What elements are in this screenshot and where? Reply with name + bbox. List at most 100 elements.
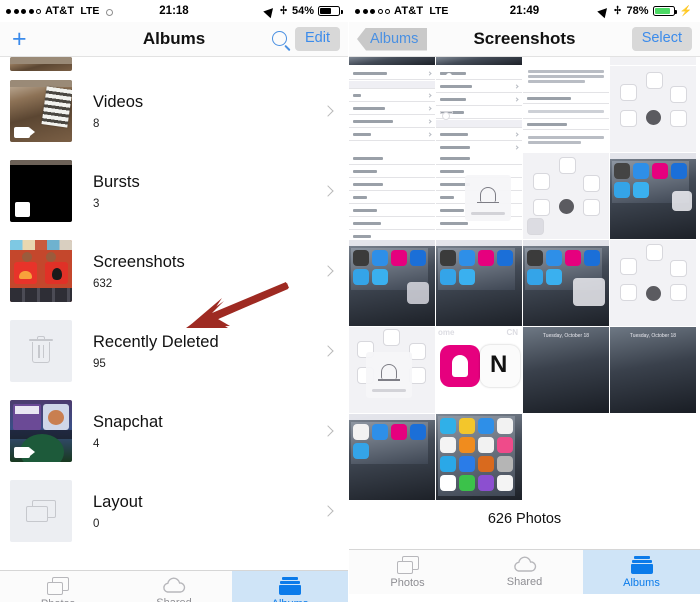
signal-dot <box>13 8 19 14</box>
photo-thumbnail[interactable] <box>610 57 696 65</box>
album-name: Videos <box>93 93 144 112</box>
battery-percent-label: 78% <box>626 5 649 17</box>
tab-label: Shared <box>506 576 543 588</box>
select-button[interactable]: Select <box>631 27 692 51</box>
tab-shared[interactable]: Shared <box>116 571 232 602</box>
thumb-detail <box>10 160 72 165</box>
photos-icon-front <box>47 581 63 595</box>
photo-thumbnail[interactable]: Tuesday, October 18 <box>610 327 696 413</box>
album-thumbnail <box>10 400 72 462</box>
edit-button[interactable]: Edit <box>295 27 340 51</box>
trash-can <box>32 342 50 363</box>
album-thumbnail <box>10 480 72 542</box>
photo-thumbnail[interactable] <box>349 327 435 413</box>
photo-thumbnail[interactable] <box>523 57 609 65</box>
signal-dot-empty <box>385 8 390 14</box>
tab-albums[interactable]: Albums <box>583 550 700 594</box>
chevron-right-icon <box>322 425 334 437</box>
album-name: Snapchat <box>93 413 163 432</box>
tab-photos[interactable]: Photos <box>349 550 466 594</box>
photo-thumbnail[interactable] <box>349 414 435 500</box>
nav-bar-right: Albums Screenshots Select <box>349 22 700 57</box>
albums-icon-mid <box>280 580 300 584</box>
bluetooth-icon: ✢ <box>279 4 287 17</box>
photo-thumbnail[interactable] <box>436 414 522 500</box>
back-button[interactable]: Albums <box>357 27 428 51</box>
dual-phone-screenshot: AT&T LTE 21:18 ✢ 54% + Albums Edit Video… <box>0 0 700 602</box>
video-badge-icon <box>14 127 35 138</box>
photo-grid[interactable]: ome CN Tuesday, October 18 Tuesday, Octo… <box>349 57 700 500</box>
album-thumbnail <box>10 57 72 71</box>
albums-icon <box>279 576 301 595</box>
bluetooth-icon: ✢ <box>614 4 622 17</box>
list-item-partial[interactable] <box>0 57 348 71</box>
album-name: Bursts <box>93 173 140 192</box>
photo-thumbnail[interactable] <box>349 57 435 65</box>
photo-thumbnail[interactable] <box>349 66 435 152</box>
lock-date-label: Tuesday, October 18 <box>542 333 590 339</box>
thumb-detail <box>10 80 72 87</box>
signal-dot <box>6 8 11 14</box>
signal-dot-empty <box>377 8 383 14</box>
photo-count-label: 626 Photos <box>487 511 562 527</box>
tab-bar-left[interactable]: Photos Shared Albums <box>0 570 348 602</box>
album-text-group: Screenshots 632 <box>93 252 324 290</box>
search-icon[interactable] <box>272 31 287 47</box>
photo-thumbnail[interactable] <box>610 240 696 326</box>
list-item-snapchat[interactable]: Snapchat 4 <box>0 391 348 471</box>
thumb-detail <box>43 404 69 430</box>
photo-thumbnail[interactable] <box>349 153 435 239</box>
chevron-right-icon <box>322 505 334 517</box>
tab-shared[interactable]: Shared <box>466 550 583 594</box>
photo-thumbnail[interactable] <box>436 57 522 65</box>
layers-icon <box>26 500 56 522</box>
album-thumbnail <box>10 320 72 382</box>
battery-percent-label: 54% <box>291 5 314 17</box>
thumb-detail <box>10 240 72 250</box>
photos-icon <box>47 576 69 595</box>
carrier-label: AT&T <box>394 5 424 17</box>
status-right-group: ✢ 54% <box>263 4 343 18</box>
photo-thumbnail[interactable] <box>436 153 522 239</box>
album-count: 95 <box>93 357 106 370</box>
signal-strength-dots <box>355 8 390 14</box>
tab-albums[interactable]: Albums <box>232 571 348 602</box>
photo-thumbnail[interactable] <box>610 66 696 152</box>
photo-thumbnail[interactable] <box>610 153 696 239</box>
list-item-recently-deleted[interactable]: Recently Deleted 95 <box>0 311 348 391</box>
album-text-group: Videos 8 <box>93 92 324 130</box>
photo-grid-container[interactable]: ome CN Tuesday, October 18 Tuesday, Octo… <box>349 57 700 549</box>
tab-label: Albums <box>623 576 660 589</box>
album-text-group: Recently Deleted 95 <box>93 332 324 370</box>
tab-photos[interactable]: Photos <box>0 571 116 602</box>
photo-thumbnail[interactable] <box>523 240 609 326</box>
album-list[interactable]: Videos 8 Bursts 3 Screenshots 632 Recent… <box>0 57 348 570</box>
signal-dot <box>370 8 375 14</box>
tab-bar-right[interactable]: Photos Shared Albums <box>349 549 700 594</box>
album-count: 3 <box>93 197 100 210</box>
list-item-bursts[interactable]: Bursts 3 <box>0 151 348 231</box>
album-count: 8 <box>93 117 100 130</box>
status-left-group: AT&T LTE <box>6 5 114 17</box>
photo-thumbnail[interactable] <box>349 240 435 326</box>
list-item-layout[interactable]: Layout 0 <box>0 471 348 551</box>
photo-thumbnail[interactable] <box>436 240 522 326</box>
add-album-button[interactable]: + <box>8 26 31 52</box>
photo-thumbnail[interactable]: ome CN <box>436 327 522 413</box>
list-item-screenshots[interactable]: Screenshots 632 <box>0 231 348 311</box>
nav-right-group: Select <box>631 27 692 51</box>
photo-thumbnail[interactable]: Tuesday, October 18 <box>523 327 609 413</box>
list-item-videos[interactable]: Videos 8 <box>0 71 348 151</box>
photo-thumbnail[interactable] <box>523 66 609 152</box>
battery-fill <box>320 8 331 14</box>
photo-thumbnail[interactable] <box>436 66 522 152</box>
thumb-detail <box>46 252 56 262</box>
charging-bolt-icon: ⚡ <box>679 5 692 17</box>
photo-thumbnail[interactable] <box>523 153 609 239</box>
photos-icon-front <box>396 560 413 574</box>
thumb-detail <box>14 262 37 284</box>
status-right-group: ✢ 78% ⚡ <box>597 4 692 18</box>
tab-label: Photos <box>390 576 425 589</box>
battery-icon <box>652 6 678 16</box>
battery-fill <box>654 8 671 14</box>
